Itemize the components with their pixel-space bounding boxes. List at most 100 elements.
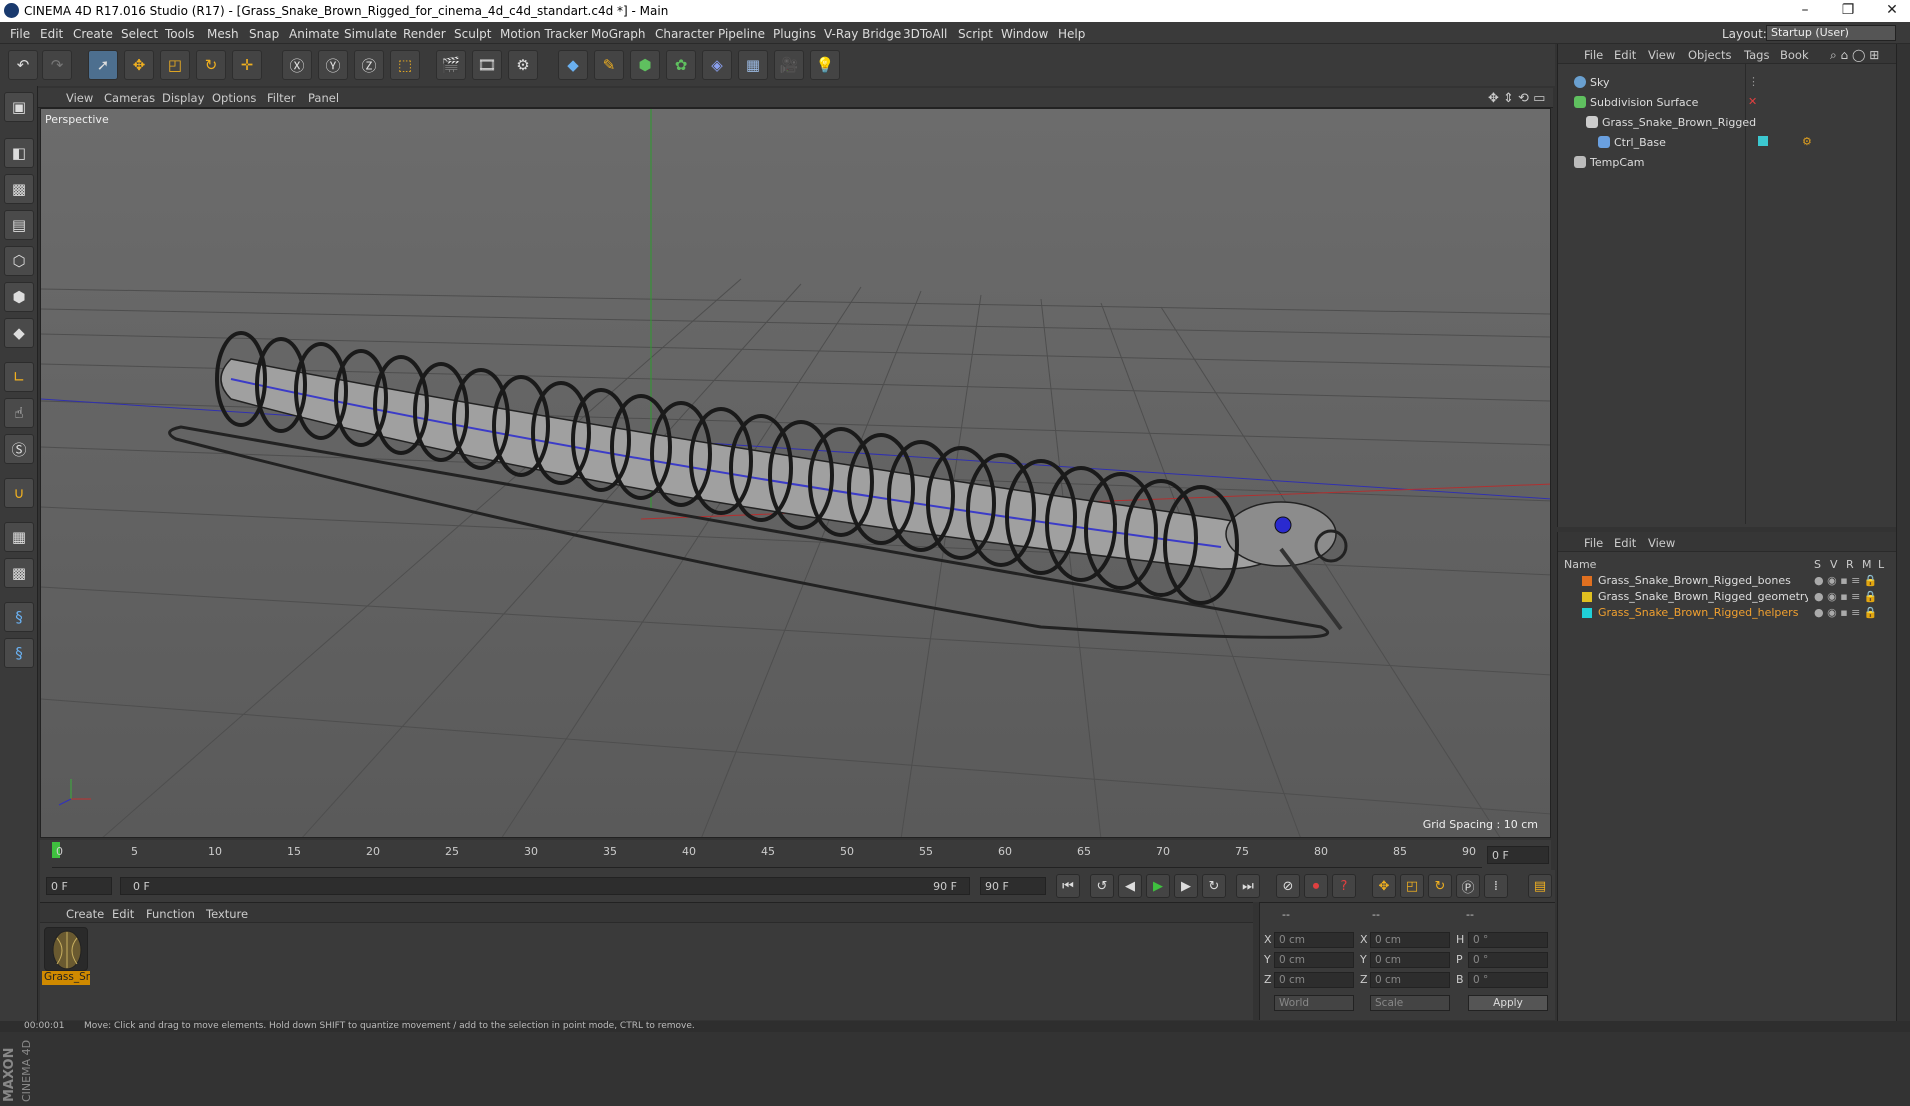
menu-window[interactable]: Window (1001, 27, 1048, 41)
object-row-grass-snake[interactable]: Grass_Snake_Brown_Rigged (1562, 114, 1892, 132)
apply-button[interactable]: Apply (1468, 995, 1548, 1011)
loop-icon[interactable]: ↻ (1202, 874, 1226, 898)
vp-navigation-icons[interactable]: ✥ ⇕ ⟲ ▭ (1488, 91, 1545, 106)
menu-sculpt[interactable]: Sculpt (454, 27, 491, 41)
om-menu-tags[interactable]: Tags (1744, 48, 1769, 62)
subdivision-icon[interactable]: ⬢ (630, 50, 660, 80)
mograph-cloner-icon[interactable]: ✿ (666, 50, 696, 80)
vp-menu-panel[interactable]: Panel (308, 91, 339, 105)
timeline-ticks[interactable]: 0 5 10 15 20 25 30 35 40 45 50 55 60 65 … (52, 842, 1482, 868)
go-to-end-icon[interactable]: ⏭ (1236, 874, 1260, 898)
rotate-icon[interactable]: ↻ (196, 50, 226, 80)
om-menu-file[interactable]: File (1584, 48, 1603, 62)
menu-mesh[interactable]: Mesh (207, 27, 239, 41)
transform-icon[interactable]: ✛ (232, 50, 262, 80)
edges-mode-icon[interactable]: ⬢ (4, 282, 34, 312)
frame-range-slider[interactable]: 0 F 90 F (120, 877, 970, 895)
layer-toggles-icon[interactable]: ● ◉ ▪ ≡ 🔒 (1814, 590, 1878, 603)
render-picture-viewer-icon[interactable]: 🎞 (472, 50, 502, 80)
grid-lock-icon[interactable]: ▦ (4, 522, 34, 552)
pen-spline-icon[interactable]: ✎ (594, 50, 624, 80)
size-y-field[interactable]: 0 cm (1370, 952, 1450, 968)
menu-help[interactable]: Help (1058, 27, 1085, 41)
menu-pipeline[interactable]: Pipeline (718, 27, 765, 41)
scale-icon[interactable]: ◰ (160, 50, 190, 80)
snapping-icon[interactable]: Ⓢ (4, 434, 34, 464)
om-menu-bookmarks[interactable]: Book (1780, 48, 1809, 62)
minimize-button[interactable]: – (1795, 2, 1815, 18)
render-settings-icon[interactable]: ⚙ (508, 50, 538, 80)
layer-row-bones[interactable]: Grass_Snake_Brown_Rigged_bones ● ◉ ▪ ≡ 🔒 (1562, 574, 1892, 588)
menu-edit[interactable]: Edit (40, 27, 63, 41)
workplane-icon[interactable]: ▤ (4, 210, 34, 240)
menu-animate[interactable]: Animate (289, 27, 339, 41)
end-frame-field[interactable]: 90 F (980, 877, 1046, 895)
object-row-ctrl-base[interactable]: Ctrl_Base ⚙ (1562, 134, 1892, 152)
start-frame-field[interactable]: 0 F (46, 877, 112, 895)
disabled-x-icon[interactable]: ✕ (1748, 95, 1757, 108)
menu-vray-bridge[interactable]: V-Ray Bridge (824, 27, 901, 41)
axis-mode-icon[interactable]: ∟ (4, 362, 34, 392)
step-forward-icon[interactable]: ▶ (1174, 874, 1198, 898)
mat-menu-texture[interactable]: Texture (206, 907, 248, 921)
menu-motion-tracker[interactable]: Motion Tracker (500, 27, 588, 41)
pos-y-field[interactable]: 0 cm (1274, 952, 1354, 968)
om-search-icon[interactable]: ⌕ ⌂ ◯ ⊞ (1830, 48, 1879, 63)
material-thumbnail[interactable] (44, 927, 88, 971)
world-dropdown[interactable]: World (1274, 995, 1354, 1011)
redo-icon[interactable]: ↷ (42, 50, 72, 80)
python-script-icon[interactable]: § (4, 638, 34, 668)
om-menu-edit[interactable]: Edit (1614, 48, 1636, 62)
deformer-icon[interactable]: ◈ (702, 50, 732, 80)
layer-toggles-icon[interactable]: ● ◉ ▪ ≡ 🔒 (1814, 574, 1878, 587)
step-back-icon[interactable]: ◀ (1118, 874, 1142, 898)
mat-menu-function[interactable]: Function (146, 907, 195, 921)
key-position-icon[interactable]: ✥ (1372, 874, 1396, 898)
magnet-icon[interactable]: ∪ (4, 478, 34, 508)
object-row-sky[interactable]: Sky ⋮ (1562, 74, 1892, 92)
menu-simulate[interactable]: Simulate (344, 27, 397, 41)
current-frame-field[interactable]: 0 F (1487, 846, 1549, 864)
polygons-mode-icon[interactable]: ◆ (4, 318, 34, 348)
menu-tools[interactable]: Tools (165, 27, 195, 41)
lm-menu-view[interactable]: View (1648, 536, 1675, 550)
om-menu-objects[interactable]: Objects (1688, 48, 1731, 62)
layer-row-helpers[interactable]: Grass_Snake_Brown_Rigged_helpers ● ◉ ▪ ≡… (1562, 606, 1892, 620)
key-param-icon[interactable]: Ⓟ (1456, 874, 1480, 898)
play-icon[interactable]: ▶ (1146, 874, 1170, 898)
move-icon[interactable]: ✥ (124, 50, 154, 80)
floor-icon[interactable]: ▦ (738, 50, 768, 80)
tag-icon[interactable]: ⚙ (1802, 135, 1812, 148)
vp-menu-view[interactable]: View (66, 91, 93, 105)
material-name-label[interactable]: Grass_Sn (42, 971, 90, 985)
vp-menu-options[interactable]: Options (212, 91, 256, 105)
mat-menu-create[interactable]: Create (66, 907, 104, 921)
undo-icon[interactable]: ↶ (8, 50, 38, 80)
vp-menu-filter[interactable]: Filter (267, 91, 295, 105)
menu-file[interactable]: File (10, 27, 30, 41)
menu-render[interactable]: Render (403, 27, 446, 41)
make-editable-icon[interactable]: ▣ (4, 92, 34, 122)
camera-icon[interactable]: 🎥 (774, 50, 804, 80)
keyframe-record-icon[interactable]: ⊘ (1276, 874, 1300, 898)
layout-select[interactable]: Startup (User) (1766, 25, 1896, 41)
perspective-viewport[interactable]: Perspective Grid Spacing : 10 cm (40, 108, 1551, 838)
pos-x-field[interactable]: 0 cm (1274, 932, 1354, 948)
layer-color-bones[interactable] (1582, 576, 1592, 586)
timeline-ruler[interactable]: 0 5 10 15 20 25 30 35 40 45 50 55 60 65 … (40, 840, 1551, 870)
go-to-start-icon[interactable]: ⏮ (1056, 874, 1080, 898)
render-view-icon[interactable]: 🎬 (436, 50, 466, 80)
key-scale-icon[interactable]: ◰ (1400, 874, 1424, 898)
menu-mograph[interactable]: MoGraph (591, 27, 646, 41)
menu-create[interactable]: Create (73, 27, 113, 41)
vp-menu-display[interactable]: Display (162, 91, 204, 105)
mat-menu-edit[interactable]: Edit (112, 907, 134, 921)
menu-select[interactable]: Select (121, 27, 158, 41)
keyframe-help-icon[interactable]: ? (1332, 874, 1356, 898)
workplane-lock-icon[interactable]: ▩ (4, 558, 34, 588)
menu-3dtoall[interactable]: 3DToAll (903, 27, 947, 41)
layer-toggles-icon[interactable]: ● ◉ ▪ ≡ 🔒 (1814, 606, 1878, 619)
layer-color-geometry[interactable] (1582, 592, 1592, 602)
z-axis-icon[interactable]: Ⓩ (354, 50, 384, 80)
texture-mode-icon[interactable]: ▩ (4, 174, 34, 204)
